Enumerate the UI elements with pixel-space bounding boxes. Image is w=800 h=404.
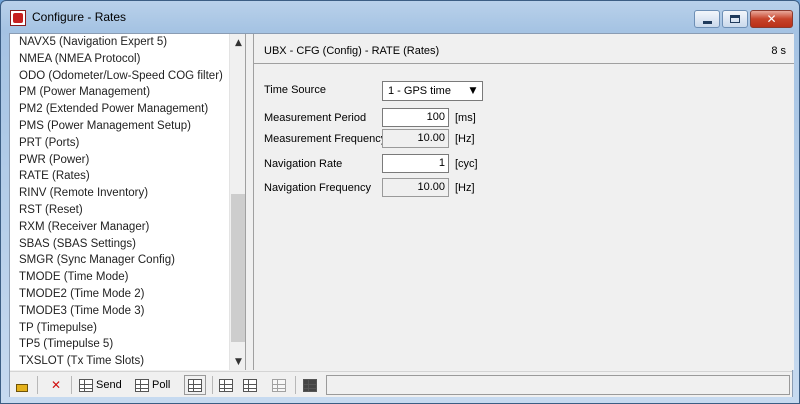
measurement-frequency-field: 10.00 [382,129,449,148]
device-button[interactable] [302,375,318,395]
list-item[interactable]: PRT (Ports) [10,135,229,152]
measurement-period-label: Measurement Period [264,112,367,124]
message-panel: UBX - CFG (Config) - RATE (Rates) 8 s Ti… [253,34,794,370]
title-bar[interactable]: Configure - Rates ✕ [1,1,799,33]
chevron-down-icon: ▼ [235,356,242,367]
send-label: Send [96,379,122,391]
minimize-button[interactable] [694,10,720,28]
time-source-label: Time Source [264,84,326,96]
lock-button[interactable] [14,375,30,395]
list-item[interactable]: SMGR (Sync Manager Config) [10,252,229,269]
list-item[interactable]: RINV (Remote Inventory) [10,185,229,202]
maximize-button[interactable] [722,10,748,28]
toolbar-separator [212,376,213,394]
send-button[interactable]: Send [78,375,122,395]
list-scrollbar[interactable]: ▲ ▼ [229,34,245,370]
list-item[interactable]: RATE (Rates) [10,168,229,186]
measurement-period-unit: [ms] [455,112,476,124]
list-item[interactable]: PM2 (Extended Power Management) [10,101,229,118]
panel-splitter[interactable] [246,34,253,370]
configure-window: Configure - Rates ✕ NAVX5 (Navigation Ex… [0,0,800,404]
navigation-frequency-unit: [Hz] [455,182,475,194]
chevron-up-icon: ▲ [235,37,242,48]
save-icon [242,377,258,393]
navigation-rate-input[interactable]: 1 [382,154,449,173]
load-button[interactable] [218,375,234,395]
device-icon [302,377,318,393]
scroll-thumb[interactable] [231,194,245,342]
status-field [326,375,790,395]
window-title: Configure - Rates [32,10,127,24]
list-item[interactable]: RST (Reset) [10,202,229,219]
list-item[interactable]: TMODE3 (Time Mode 3) [10,303,229,320]
chevron-down-icon[interactable]: ▼ [465,83,481,99]
load-icon [218,377,234,393]
lock-icon [14,377,30,393]
poll-icon [134,377,150,393]
list-item[interactable]: SBAS (SBAS Settings) [10,236,229,253]
message-title: UBX - CFG (Config) - RATE (Rates) [264,45,440,57]
caption-buttons: ✕ [694,10,793,28]
app-icon[interactable] [10,10,26,26]
poll-button[interactable]: Poll [134,375,170,395]
poll-label: Poll [152,379,171,391]
list-item[interactable]: PM (Power Management) [10,84,229,101]
list-item[interactable]: NAVX5 (Navigation Expert 5) [10,34,229,51]
message-list-items: NAVX5 (Navigation Expert 5) NMEA (NMEA Pr… [10,34,229,370]
scroll-down-button[interactable]: ▼ [230,353,245,370]
list-item[interactable]: RXM (Receiver Manager) [10,219,229,236]
list-item[interactable]: TXSLOT (Tx Time Slots) [10,353,229,370]
list-item[interactable]: TMODE2 (Time Mode 2) [10,286,229,303]
toolbar-separator [37,376,38,394]
save-button[interactable] [242,375,258,395]
message-header: UBX - CFG (Config) - RATE (Rates) 8 s [254,34,794,64]
time-source-value: 1 - GPS time [388,85,451,97]
settings-icon [187,377,203,393]
navigation-rate-label: Navigation Rate [264,158,343,170]
toolbar-separator [71,376,72,394]
navigation-rate-unit: [cyc] [455,158,478,170]
close-button[interactable]: ✕ [750,10,793,28]
measurement-period-input[interactable]: 100 [382,108,449,127]
measurement-frequency-unit: [Hz] [455,133,475,145]
revert-icon [271,377,287,393]
toolbar-separator [295,376,296,394]
list-item[interactable]: TP (Timepulse) [10,320,229,337]
message-list[interactable]: NAVX5 (Navigation Expert 5) NMEA (NMEA Pr… [10,34,246,370]
revert-button[interactable] [271,375,287,395]
settings-button[interactable] [184,375,206,395]
list-item[interactable]: TMODE (Time Mode) [10,269,229,286]
list-item[interactable]: PMS (Power Management Setup) [10,118,229,135]
bottom-toolbar: ✕ Send Poll [10,371,792,397]
list-item[interactable]: ODO (Odometer/Low-Speed COG filter) [10,68,229,85]
scroll-up-button[interactable]: ▲ [230,34,245,51]
client-area: NAVX5 (Navigation Expert 5) NMEA (NMEA Pr… [9,33,794,397]
close-icon: ✕ [766,12,777,26]
send-icon [78,377,94,393]
list-item[interactable]: TP5 (Timepulse 5) [10,336,229,353]
time-source-select[interactable]: 1 - GPS time ▼ [382,81,483,101]
maximize-icon [730,15,740,23]
cancel-button[interactable]: ✕ [48,375,64,395]
navigation-frequency-label: Navigation Frequency [264,182,372,194]
list-item[interactable]: NMEA (NMEA Protocol) [10,51,229,68]
minimize-icon [702,20,712,24]
measurement-frequency-label: Measurement Frequency [264,133,387,145]
cancel-icon: ✕ [50,378,62,392]
message-timer: 8 s [771,45,786,57]
list-item[interactable]: PWR (Power) [10,152,229,169]
navigation-frequency-field: 10.00 [382,178,449,197]
